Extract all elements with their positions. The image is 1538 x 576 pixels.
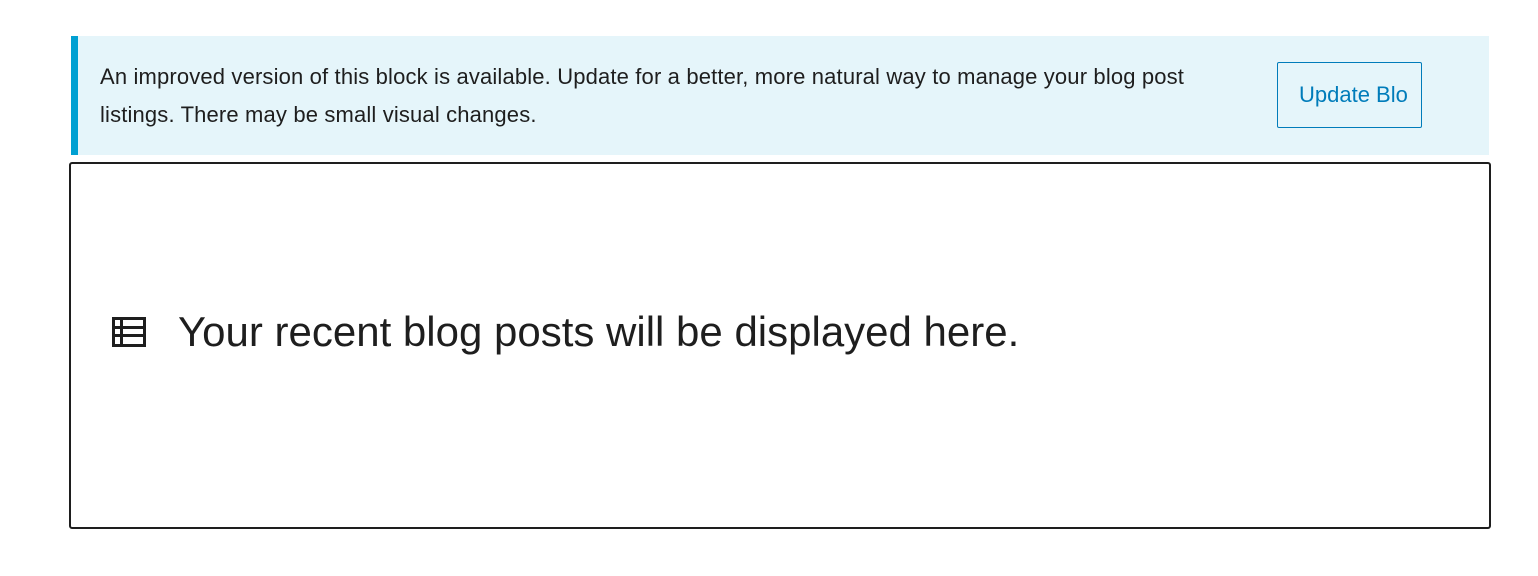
placeholder-message: Your recent blog posts will be displayed… (178, 308, 1020, 355)
update-block-button[interactable]: Update Blo (1277, 62, 1422, 128)
upgrade-notice: An improved version of this block is ava… (71, 36, 1489, 155)
blog-posts-block-placeholder[interactable]: Your recent blog posts will be displayed… (69, 162, 1491, 529)
post-list-icon (112, 317, 146, 347)
notice-message: An improved version of this block is ava… (100, 64, 1185, 127)
